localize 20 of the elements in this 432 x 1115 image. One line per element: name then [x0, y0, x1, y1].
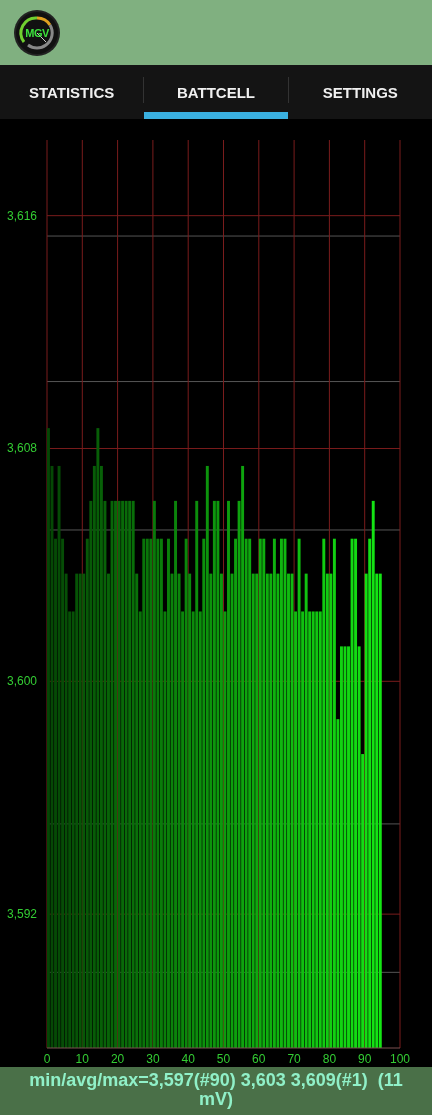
tick-label: 100 [390, 1052, 410, 1066]
summary-text: min/avg/max=3,597(#90) 3,603 3,609(#1) (11 mV) [28, 1069, 404, 1109]
tick-label: 50 [216, 1052, 231, 1066]
tick-label: 3,600 [7, 674, 38, 689]
tick-label: 3,592 [7, 907, 38, 922]
tab[interactable]: BATTCELL [144, 65, 288, 119]
app-logo: MGV [16, 11, 58, 54]
tab[interactable]: STATISTICS [0, 65, 144, 119]
tick-label: 3,616 [7, 208, 38, 223]
tick-label: 80 [322, 1052, 337, 1066]
tick-label: 60 [252, 1052, 266, 1066]
tick-label: 90 [358, 1052, 372, 1066]
tick-label: 30 [146, 1052, 160, 1066]
tab[interactable]: SETTINGS [288, 65, 432, 119]
tick-label: 20 [110, 1052, 125, 1066]
tick-label: 40 [181, 1052, 195, 1066]
tick-label: 10 [75, 1052, 89, 1066]
tick-label: 3,608 [7, 441, 38, 456]
tick-label: 70 [287, 1052, 301, 1066]
tick-label: 0 [43, 1052, 51, 1066]
